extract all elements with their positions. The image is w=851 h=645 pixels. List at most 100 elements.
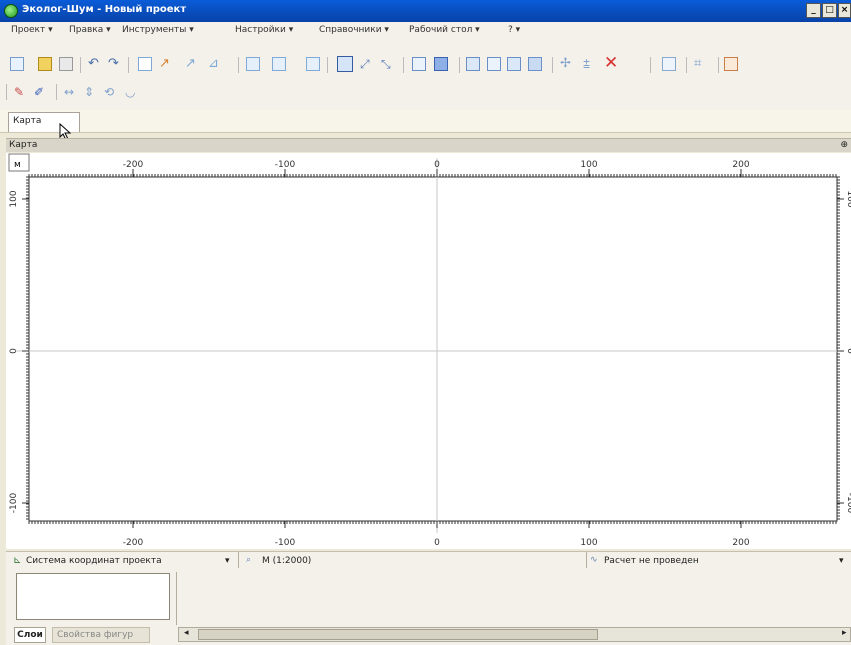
calc-status-dropdown-arrow[interactable]: ▾ xyxy=(839,556,844,566)
pin-icon[interactable]: ⊕ xyxy=(840,139,848,152)
align-icon[interactable] xyxy=(487,57,501,71)
group-icon[interactable] xyxy=(528,57,542,71)
toolbar-separator xyxy=(718,57,719,73)
crosshair-icon[interactable]: ✢ xyxy=(560,57,574,71)
ruler-y-label: -100 xyxy=(9,493,19,514)
add-object-icon[interactable] xyxy=(138,57,152,71)
minimize-button[interactable]: _ xyxy=(806,3,821,18)
ruler-y-label: 0 xyxy=(9,348,19,354)
coord-system-icon: ⊾ xyxy=(13,555,22,566)
status-divider xyxy=(238,552,239,568)
draw-polyline-icon[interactable]: ↗ xyxy=(185,57,199,71)
toolbar-separator xyxy=(552,57,553,73)
ruler-y-label: 0 xyxy=(845,348,851,354)
toolbar-separator xyxy=(650,57,651,73)
toolbar-row-2: ✎ ✐ ↔ ⇕ ⟲ ◡ xyxy=(0,82,851,104)
menu-edit[interactable]: Правка ▾ xyxy=(69,25,111,35)
calculation-icon: ∿ xyxy=(590,555,598,565)
save-icon[interactable] xyxy=(59,57,73,71)
ruler-x-label: -100 xyxy=(275,160,296,170)
bring-front-icon[interactable] xyxy=(466,57,480,71)
area-tool-icon[interactable] xyxy=(246,57,260,71)
menu-desktop[interactable]: Рабочий стол ▾ xyxy=(409,25,480,35)
status-divider xyxy=(586,552,587,568)
ruler-bottom-labels: -200 -100 0 100 200 xyxy=(123,538,750,548)
toolbar-separator xyxy=(686,57,687,73)
source-line-icon[interactable]: ✐ xyxy=(34,85,48,99)
ruler-x-label: 200 xyxy=(732,160,749,170)
copy-objects-icon[interactable] xyxy=(412,57,426,71)
measure-height-icon[interactable]: ⇕ xyxy=(84,85,98,99)
map-panel-header: Карта ⊕ xyxy=(6,138,851,152)
toolbar-separator xyxy=(128,57,129,73)
source-point-icon[interactable]: ✎ xyxy=(14,85,28,99)
ruler-unit-label: м xyxy=(14,160,21,170)
ruler-x-label: 200 xyxy=(732,538,749,548)
send-back-icon[interactable] xyxy=(507,57,521,71)
draw-line-icon[interactable]: ↗ xyxy=(159,57,173,71)
toolbar-separator xyxy=(403,57,404,73)
coord-system-dropdown-arrow[interactable]: ▾ xyxy=(225,556,230,566)
ruler-left-labels: 100 0 -100 xyxy=(9,190,19,513)
redo-icon[interactable]: ↷ xyxy=(108,57,122,71)
panel-divider xyxy=(176,572,177,625)
select-vertex-icon[interactable]: ⤢ xyxy=(360,57,374,71)
table-icon[interactable] xyxy=(662,57,676,71)
scale-display: М (1:2000) xyxy=(262,556,312,566)
menu-settings[interactable]: Настройки ▾ xyxy=(235,25,293,35)
toolbar-separator xyxy=(56,84,57,100)
ruler-x-label: 0 xyxy=(434,538,440,548)
map-canvas[interactable]: м -200 -100 0 100 200 -200 -100 0 100 200 100 0 -1… xyxy=(6,153,851,549)
coord-system-select[interactable]: Система координат проекта xyxy=(26,556,162,566)
toolbar-separator xyxy=(459,57,460,73)
document-tab-strip xyxy=(0,110,851,133)
menu-help[interactable]: ? ▾ xyxy=(508,25,520,35)
ruler-x-label: -200 xyxy=(123,160,144,170)
ruler-right-labels: 100 0 -100 xyxy=(845,190,851,513)
undo-icon[interactable]: ↶ xyxy=(88,57,102,71)
toolbar-row-1: ↶ ↷ ↗ ↗ ⊿ ⤢ ⤡ ✢ ⩲ ✕ ⌗ xyxy=(0,49,851,85)
move-objects-icon[interactable] xyxy=(434,57,448,71)
ruler-y-label: 100 xyxy=(9,190,19,207)
scale-icon: ⌕ xyxy=(246,555,252,565)
measure-distance-icon[interactable]: ↔ xyxy=(64,85,78,99)
menu-tools[interactable]: Инструменты ▾ xyxy=(122,25,194,35)
new-project-icon[interactable] xyxy=(10,57,24,71)
close-button[interactable]: × xyxy=(838,3,851,18)
scroll-left-arrow-icon[interactable]: ◂ xyxy=(184,628,189,638)
toolbar-separator xyxy=(80,57,81,73)
toolbar-separator xyxy=(238,57,239,73)
scrollbar-thumb[interactable] xyxy=(198,629,598,640)
tab-shape-properties[interactable]: Свойства фигур xyxy=(52,627,150,643)
arc-icon[interactable]: ◡ xyxy=(125,85,139,99)
open-folder-icon[interactable] xyxy=(38,57,52,71)
calc-status-select[interactable]: Расчет не проведен xyxy=(604,556,699,566)
grid-tool-icon[interactable] xyxy=(306,57,320,71)
app-logo-icon[interactable] xyxy=(4,4,18,18)
select-pointer-icon[interactable] xyxy=(337,56,353,72)
ruler-y-label: -100 xyxy=(845,493,851,514)
menu-references[interactable]: Справочники ▾ xyxy=(319,25,389,35)
split-icon[interactable]: ⩲ xyxy=(583,57,597,71)
maximize-button[interactable]: □ xyxy=(822,3,837,18)
area-dropdown-icon[interactable] xyxy=(272,57,286,71)
ruler-x-label: 100 xyxy=(580,538,597,548)
window-title: Эколог-Шум - Новый проект xyxy=(22,4,187,15)
tab-layers[interactable]: Слои xyxy=(14,627,46,643)
calculator-icon[interactable]: ⌗ xyxy=(694,57,708,71)
ruler-x-label: 100 xyxy=(580,160,597,170)
scroll-right-arrow-icon[interactable]: ▸ xyxy=(842,628,847,638)
ruler-x-label: 0 xyxy=(434,160,440,170)
toolbar-separator xyxy=(327,57,328,73)
rotate-icon[interactable]: ⟲ xyxy=(104,85,118,99)
draw-point-dropdown-icon[interactable]: ⊿ xyxy=(208,57,222,71)
menu-project[interactable]: Проект ▾ xyxy=(11,25,53,35)
map-drawing-area[interactable] xyxy=(28,176,838,522)
layers-list[interactable] xyxy=(16,573,170,620)
ruler-y-label: 100 xyxy=(845,190,851,207)
report-icon[interactable] xyxy=(724,57,738,71)
delete-icon[interactable]: ✕ xyxy=(604,55,618,72)
toolbar-separator xyxy=(6,84,7,100)
map-panel-title: Карта xyxy=(9,140,38,150)
select-edge-icon[interactable]: ⤡ xyxy=(381,57,395,71)
